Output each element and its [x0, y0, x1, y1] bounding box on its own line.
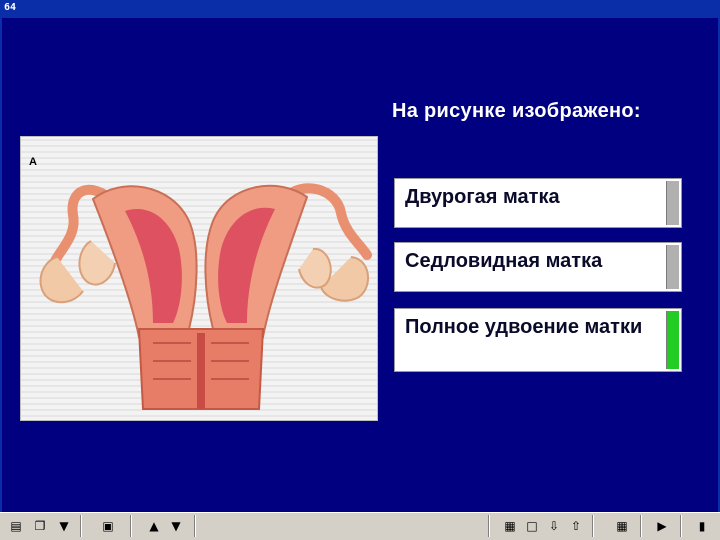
answer-option-1-label: Двурогая матка	[405, 186, 560, 208]
answer-option-2-label: Седловидная матка	[405, 250, 603, 272]
export-icon[interactable]: ⇩	[544, 516, 564, 536]
exit-icon[interactable]: ▮	[692, 516, 712, 536]
answer-option-3-label: Полное удвоение матки	[405, 316, 643, 338]
arrow-up-icon[interactable]: ▲	[144, 516, 164, 536]
calendar-icon[interactable]: ▦	[612, 516, 632, 536]
notes-icon[interactable]: ▤	[6, 516, 26, 536]
toolbar-separator	[640, 515, 642, 537]
answer-option-2[interactable]: Седловидная матка	[394, 242, 682, 292]
toolbar-separator	[592, 515, 594, 537]
answer-option-2-marker	[666, 245, 679, 289]
save-icon[interactable]: ▼	[54, 516, 74, 536]
print-icon[interactable]: ▣	[98, 516, 118, 536]
copy-icon[interactable]: ❐	[30, 516, 50, 536]
anatomy-figure: А	[20, 136, 378, 421]
toolbar-separator	[194, 515, 196, 537]
toolbar-separator	[80, 515, 82, 537]
toolbar-separator	[488, 515, 490, 537]
answer-option-1[interactable]: Двурогая матка	[394, 178, 682, 228]
window-title: 64	[4, 2, 17, 13]
play-icon[interactable]: ▶	[652, 516, 672, 536]
window-icon[interactable]: □	[522, 516, 542, 536]
toolbar-separator	[130, 515, 132, 537]
import-icon[interactable]: ⇧	[566, 516, 586, 536]
answer-option-1-marker	[666, 181, 679, 225]
answer-option-3[interactable]: Полное удвоение матки	[394, 308, 682, 372]
arrow-down-icon[interactable]: ▼	[166, 516, 186, 536]
picture-icon[interactable]: ▦	[500, 516, 520, 536]
bottom-toolbar: ▤ ❐ ▼ ▣ ▲ ▼ ▦ □ ⇩ ⇧ ▦ ▶ ▮	[0, 512, 720, 540]
main-window: На рисунке изображено: А Двурогая матка …	[0, 18, 720, 512]
toolbar-separator	[680, 515, 682, 537]
answer-option-3-marker	[666, 311, 679, 369]
figure-label: А	[29, 156, 37, 168]
question-title: На рисунке изображено:	[392, 100, 641, 122]
title-bar: 64	[0, 0, 720, 19]
uterus-illustration: А	[21, 137, 377, 420]
